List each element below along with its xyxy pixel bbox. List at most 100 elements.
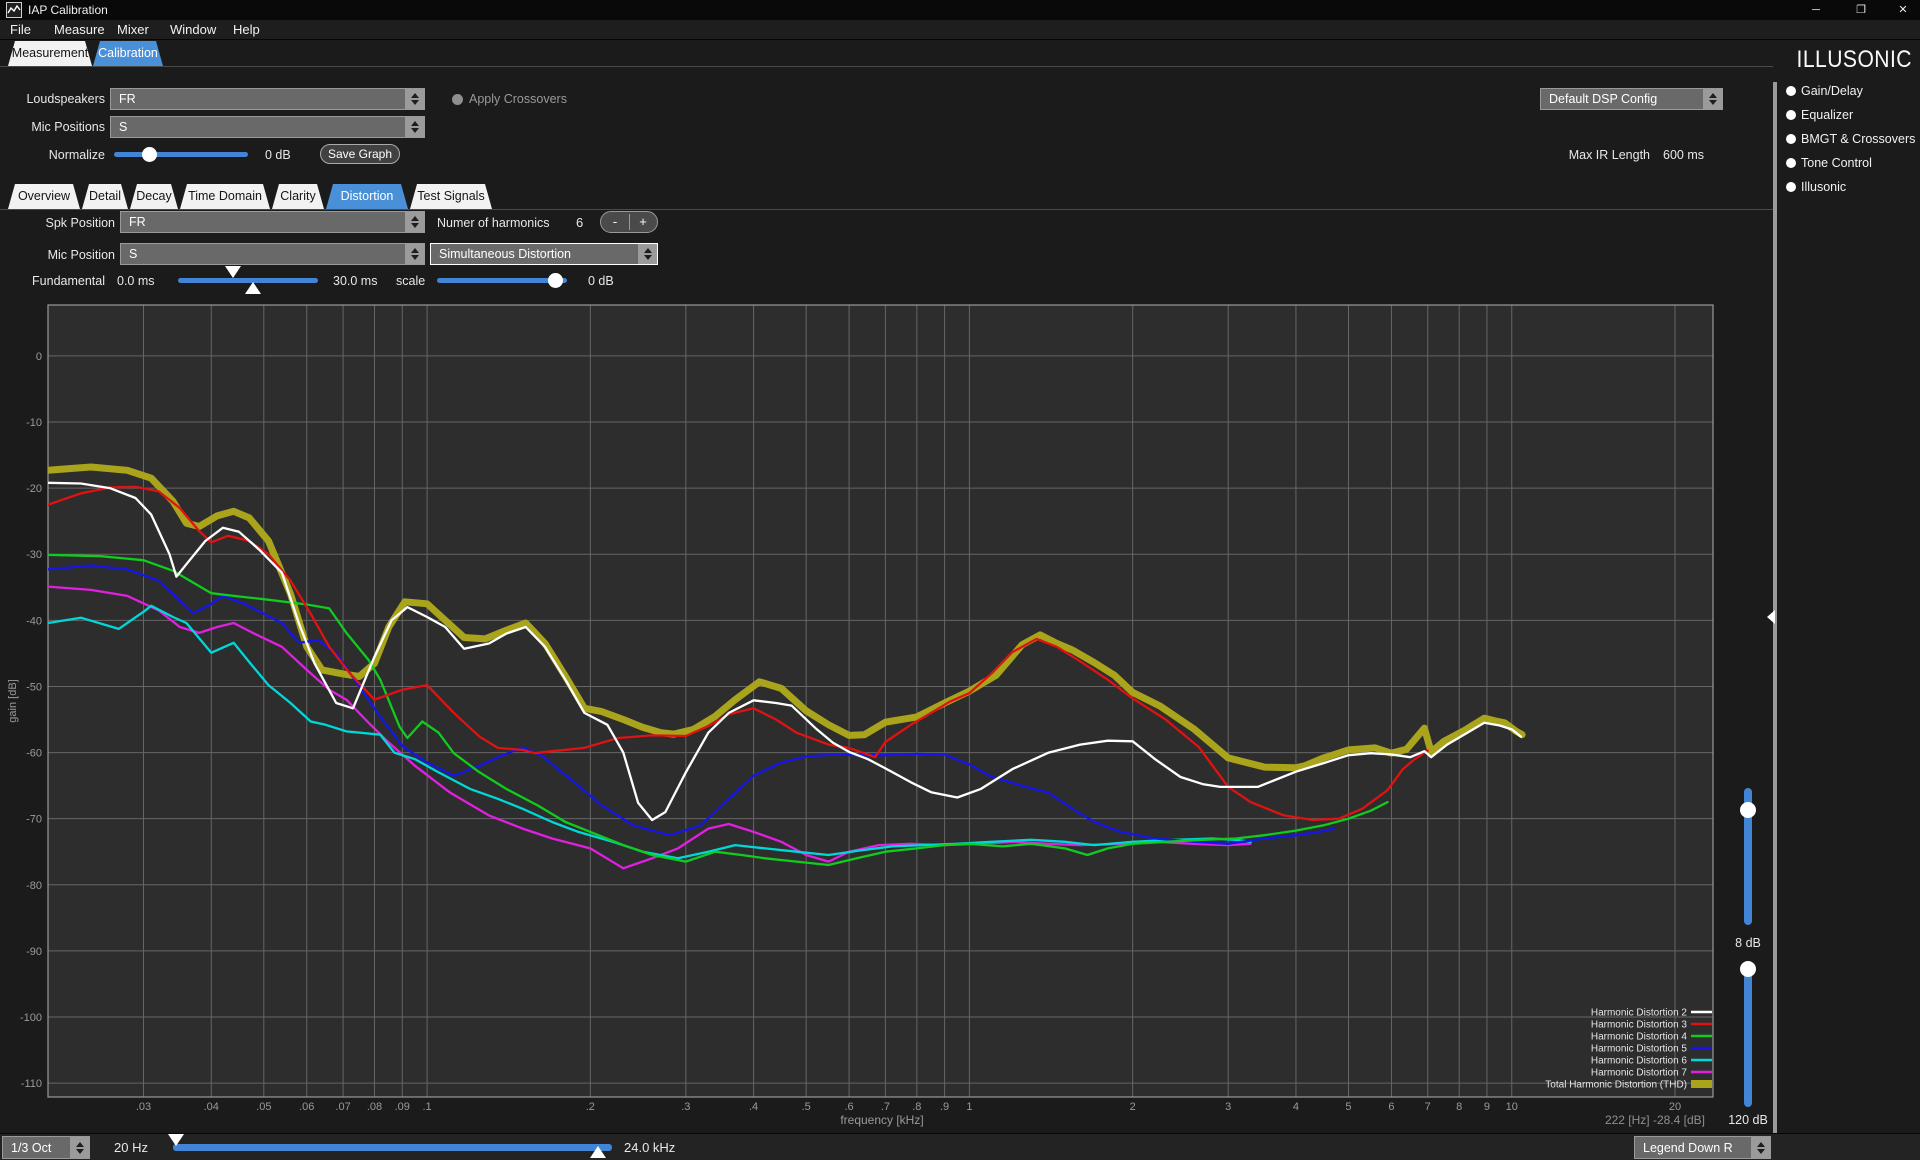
close-icon[interactable]: ✕	[1882, 0, 1920, 20]
tab-time-domain[interactable]: Time Domain	[180, 184, 270, 209]
tab-row-divider	[0, 66, 1773, 67]
y-tick-label: -40	[26, 615, 42, 627]
freq-range-marker-right[interactable]	[590, 1146, 606, 1158]
window-title: IAP Calibration	[28, 3, 108, 17]
spinner-icon[interactable]	[405, 89, 424, 109]
spinner-icon[interactable]	[638, 244, 657, 264]
spinner-icon[interactable]	[405, 244, 424, 264]
splitter-collapse-icon[interactable]	[1767, 610, 1775, 624]
normalize-slider-thumb[interactable]	[142, 147, 157, 162]
scale-value: 0 dB	[588, 274, 614, 288]
x-tick-label: .1	[422, 1101, 431, 1113]
menu-help[interactable]: Help	[233, 22, 260, 37]
radio-icon[interactable]	[1786, 86, 1796, 96]
x-tick-label: .07	[335, 1101, 350, 1113]
legend-position-select[interactable]: Legend Down R	[1634, 1136, 1771, 1159]
x-tick-label: .7	[881, 1101, 890, 1113]
menu-mixer[interactable]: Mixer	[117, 22, 149, 37]
distortion-chart[interactable]: .03.04.05.06.07.08.09.1.2.3.4.5.6.7.8.91…	[0, 300, 1740, 1160]
x-tick-label: .3	[681, 1101, 690, 1113]
tab-measurement[interactable]: Measurement	[8, 41, 92, 66]
menu-measure[interactable]: Measure	[54, 22, 105, 37]
tab-detail[interactable]: Detail	[82, 184, 128, 209]
x-tick-label: 4	[1293, 1101, 1299, 1113]
maximize-icon[interactable]: ❐	[1840, 0, 1882, 20]
distortion-mode-select[interactable]: Simultaneous Distortion	[430, 243, 658, 265]
legend-label-hd2: Harmonic Distortion 2	[1591, 1008, 1688, 1019]
mic-position-value: S	[129, 247, 137, 261]
normalize-slider[interactable]	[114, 152, 248, 157]
panel-item-equalizer[interactable]: Equalizer	[1801, 108, 1853, 122]
tab-decay[interactable]: Decay	[130, 184, 178, 209]
y-axis-label: gain [dB]	[7, 679, 19, 722]
panel-item-gain-delay[interactable]: Gain/Delay	[1801, 84, 1863, 98]
tab-overview[interactable]: Overview	[8, 184, 80, 209]
spinner-icon[interactable]	[405, 117, 424, 137]
radio-icon[interactable]	[1786, 110, 1796, 120]
octave-select[interactable]: 1/3 Oct	[2, 1136, 90, 1159]
x-tick-label: 20	[1669, 1101, 1681, 1113]
apply-crossovers-label: Apply Crossovers	[469, 92, 567, 106]
y-tick-label: 0	[36, 351, 42, 363]
app-icon	[6, 2, 22, 18]
loudspeakers-select[interactable]: FR	[110, 88, 425, 110]
gain-slider-thumb[interactable]	[1740, 802, 1756, 818]
spinner-icon[interactable]	[1751, 1137, 1770, 1158]
freq-max-label: 24.0 kHz	[624, 1140, 675, 1155]
distortion-mode-value: Simultaneous Distortion	[439, 247, 571, 261]
spk-position-select[interactable]: FR	[120, 211, 425, 233]
legend-label-hd3: Harmonic Distortion 3	[1591, 1020, 1688, 1031]
radio-icon[interactable]	[1786, 158, 1796, 168]
dsp-config-value: Default DSP Config	[1549, 92, 1657, 106]
menu-window[interactable]: Window	[170, 22, 216, 37]
fundamental-marker-up[interactable]	[245, 282, 261, 294]
loudspeakers-value: FR	[119, 92, 136, 106]
spinner-icon[interactable]	[405, 212, 424, 232]
mic-position-select[interactable]: S	[120, 243, 425, 265]
normalize-value: 0 dB	[265, 148, 291, 162]
tab-test-signals[interactable]: Test Signals	[410, 184, 492, 209]
y-tick-label: -90	[26, 946, 42, 958]
subtab-row-divider	[0, 209, 1773, 210]
harmonics-increment-button[interactable]: +	[629, 212, 657, 232]
save-graph-button[interactable]: Save Graph	[320, 144, 400, 164]
range-slider[interactable]	[1744, 963, 1752, 1107]
spinner-icon[interactable]	[70, 1137, 89, 1158]
x-tick-label: 10	[1506, 1101, 1518, 1113]
harmonics-decrement-button[interactable]: -	[601, 212, 629, 232]
y-tick-label: -100	[20, 1012, 42, 1024]
apply-crossovers-radio[interactable]	[452, 94, 463, 105]
normalize-label: Normalize	[0, 148, 105, 162]
panel-item-illusonic[interactable]: Illusonic	[1801, 180, 1846, 194]
tab-clarity[interactable]: Clarity	[272, 184, 324, 209]
x-tick-label: 6	[1388, 1101, 1394, 1113]
y-tick-label: -60	[26, 748, 42, 760]
minimize-icon[interactable]: ─	[1795, 0, 1837, 20]
x-tick-label: .04	[204, 1101, 219, 1113]
fundamental-marker-down[interactable]	[225, 266, 241, 278]
tab-distortion[interactable]: Distortion	[326, 184, 408, 209]
menu-file[interactable]: File	[10, 22, 31, 37]
freq-range-slider[interactable]	[173, 1144, 612, 1151]
harmonics-label: Numer of harmonics	[437, 216, 550, 230]
dsp-config-select[interactable]: Default DSP Config	[1540, 88, 1723, 110]
spinner-icon[interactable]	[1703, 89, 1722, 109]
radio-icon[interactable]	[1786, 182, 1796, 192]
panel-item-tone-control[interactable]: Tone Control	[1801, 156, 1872, 170]
mic-positions-select[interactable]: S	[110, 116, 425, 138]
freq-range-marker-left[interactable]	[168, 1134, 184, 1146]
scale-slider-thumb[interactable]	[548, 273, 563, 288]
tab-calibration[interactable]: Calibration	[93, 41, 163, 66]
legend-label-hd6: Harmonic Distortion 6	[1591, 1056, 1688, 1067]
range-slider-thumb[interactable]	[1740, 961, 1756, 977]
x-tick-label: 1	[966, 1101, 972, 1113]
plot-area[interactable]	[48, 305, 1713, 1097]
mic-positions-value: S	[119, 120, 127, 134]
radio-icon[interactable]	[1786, 134, 1796, 144]
panel-item-bmgt-crossovers[interactable]: BMGT & Crossovers	[1801, 132, 1915, 146]
x-tick-label: .2	[586, 1101, 595, 1113]
y-tick-label: -20	[26, 483, 42, 495]
x-tick-label: .06	[299, 1101, 314, 1113]
y-tick-label: -50	[26, 681, 42, 693]
illusonic-logo: ILLUSONIC	[1796, 46, 1912, 74]
